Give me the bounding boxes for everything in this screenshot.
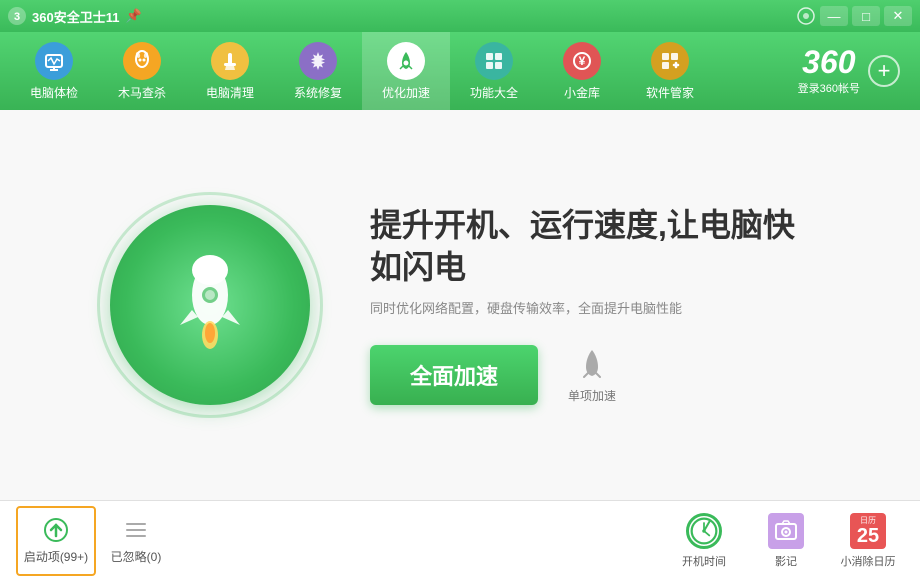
- startup-label: 启动项(99+): [24, 548, 88, 565]
- boot-time-item[interactable]: 开机时间: [668, 507, 740, 575]
- logo-area: 360 登录360帐号 +: [798, 46, 900, 96]
- gongneng-icon: [475, 42, 513, 80]
- svg-text:3: 3: [14, 11, 20, 23]
- nav-item-muma[interactable]: 木马查杀: [98, 32, 186, 110]
- jiasu-icon: [387, 42, 425, 80]
- logo-360: 360: [798, 46, 860, 78]
- bottombar: 启动项(99+) 已忽略(0) 开机时间: [0, 500, 920, 580]
- content-right: 提升开机、运行速度,让电脑快如闪电 同时优化网络配置，硬盘传输效率，全面提升电脑…: [370, 205, 810, 405]
- single-boost-icon: [574, 347, 610, 383]
- app-logo-icon: 3: [8, 7, 26, 25]
- minimize-button[interactable]: —: [820, 6, 848, 26]
- app-title: 360安全卫士11: [32, 7, 119, 26]
- nav-item-jiankang[interactable]: 电脑体检: [10, 32, 98, 110]
- titlebar: 3 360安全卫士11 📌 — □ ✕: [0, 0, 920, 32]
- jiankang-icon: [35, 42, 73, 80]
- clock-svg: [689, 514, 719, 548]
- main-title: 提升开机、运行速度,让电脑快如闪电: [370, 205, 810, 288]
- nav-item-jinku[interactable]: ¥ 小金库: [538, 32, 626, 110]
- nav-item-qingli[interactable]: 电脑清理: [186, 32, 274, 110]
- svg-text:¥: ¥: [579, 54, 586, 68]
- rocket-animation: [110, 205, 310, 405]
- jiasu-label: 优化加速: [382, 84, 430, 101]
- jinku-icon: ¥: [563, 42, 601, 80]
- photo-icon: [768, 513, 804, 549]
- titlebar-controls: — □ ✕: [796, 6, 912, 26]
- startup-icon: [42, 516, 70, 544]
- calendar-icon: 日历 25: [850, 513, 886, 549]
- login-label: 登录360帐号: [798, 80, 860, 96]
- pin-icon[interactable]: 📌: [125, 8, 141, 24]
- bottom-right-items: 开机时间 影记 日历 25 小消除日历: [668, 507, 904, 575]
- gongneng-label: 功能大全: [470, 84, 518, 101]
- single-boost-label: 单项加速: [568, 387, 616, 404]
- action-buttons: 全面加速 单项加速: [370, 345, 810, 405]
- photo-label: 影记: [775, 553, 797, 569]
- settings-icon[interactable]: [796, 6, 816, 26]
- navbar: 电脑体检 木马查杀 电脑清理: [0, 32, 920, 110]
- qingli-label: 电脑清理: [206, 84, 254, 101]
- xiufu-icon: [299, 42, 337, 80]
- ruanjian-label: 软件管家: [646, 84, 694, 101]
- muma-label: 木马查杀: [118, 84, 166, 101]
- qingli-icon: [211, 42, 249, 80]
- jinku-label: 小金库: [564, 84, 600, 101]
- single-boost-button[interactable]: 单项加速: [568, 347, 616, 404]
- boot-time-label: 开机时间: [682, 553, 726, 569]
- nav-item-xiufu[interactable]: 系统修复: [274, 32, 362, 110]
- muma-icon: [123, 42, 161, 80]
- xiufu-label: 系统修复: [294, 84, 342, 101]
- full-boost-button[interactable]: 全面加速: [370, 345, 538, 405]
- main-subtitle: 同时优化网络配置，硬盘传输效率，全面提升电脑性能: [370, 298, 810, 317]
- jiankang-label: 电脑体检: [30, 84, 78, 101]
- ignored-label: 已忽略(0): [111, 548, 162, 565]
- photo-item[interactable]: 影记: [750, 507, 822, 575]
- startup-item[interactable]: 启动项(99+): [16, 506, 96, 576]
- close-button[interactable]: ✕: [884, 6, 912, 26]
- nav-item-gongneng[interactable]: 功能大全: [450, 32, 538, 110]
- nav-item-jiasu[interactable]: 优化加速: [362, 32, 450, 110]
- clock-icon: [686, 513, 722, 549]
- ruanjian-icon: [651, 42, 689, 80]
- maximize-button[interactable]: □: [852, 6, 880, 26]
- rocket-svg: [160, 245, 260, 365]
- ignored-item[interactable]: 已忽略(0): [96, 506, 176, 576]
- login-button[interactable]: +: [868, 55, 900, 87]
- ignored-icon: [122, 516, 150, 544]
- daily-item[interactable]: 日历 25 小消除日历: [832, 507, 904, 575]
- daily-label: 小消除日历: [841, 553, 896, 569]
- calendar-date: 25: [857, 526, 879, 546]
- nav-item-ruanjian[interactable]: 软件管家: [626, 32, 714, 110]
- main-content: 提升开机、运行速度,让电脑快如闪电 同时优化网络配置，硬盘传输效率，全面提升电脑…: [0, 110, 920, 500]
- titlebar-left: 3 360安全卫士11 📌: [8, 7, 142, 26]
